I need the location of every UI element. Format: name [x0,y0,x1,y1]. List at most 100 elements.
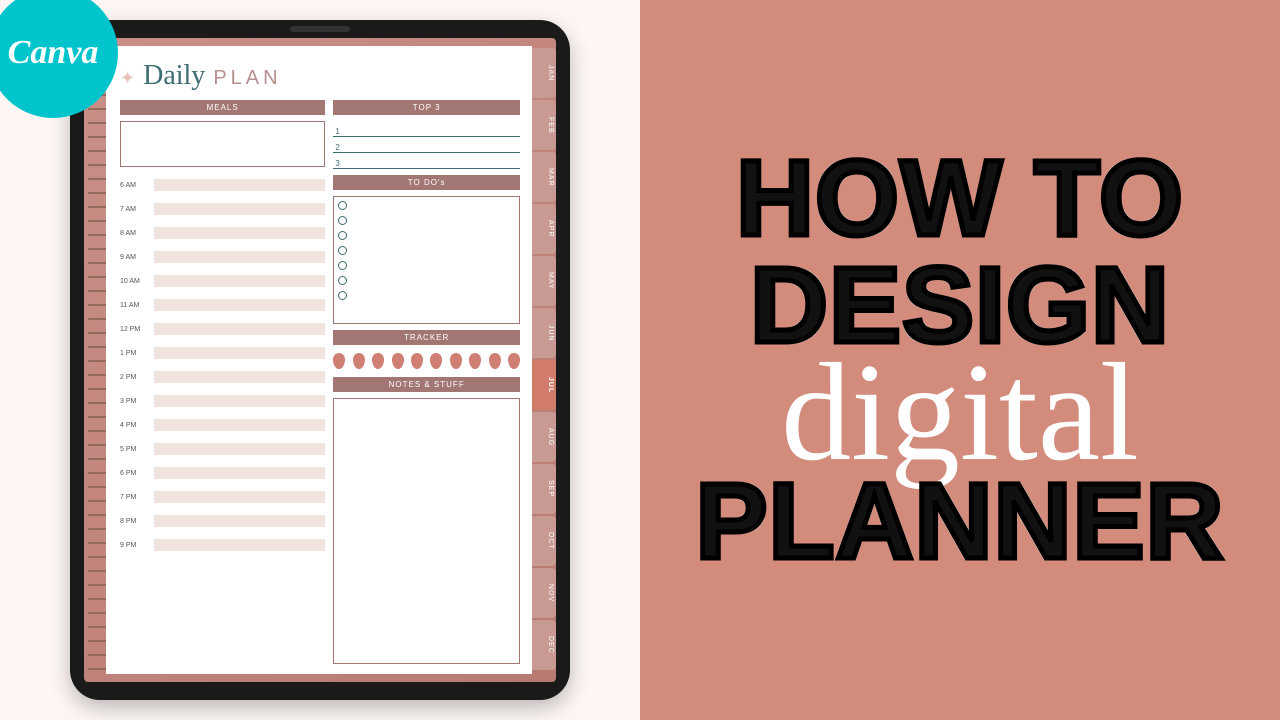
tablet-frame: ✦ Daily PLAN MEALS 6 AM 7 AM 8 AM 9 AM 10 AM… [70,20,570,700]
todo-circle [338,261,347,270]
water-drop-icon [392,353,404,369]
month-tab-dec[interactable]: DEC [532,620,556,670]
top3-lines: 123 [333,121,520,169]
hour-label: 4 PM [120,422,150,429]
hour-bar [154,179,325,191]
month-tab-may[interactable]: MAY [532,256,556,306]
hour-row: 7 PM [120,485,325,509]
hour-bar [154,419,325,431]
top3-line: 2 [333,137,520,153]
page-title: ✦ Daily PLAN [120,60,520,92]
hours-list: 6 AM 7 AM 8 AM 9 AM 10 AM 11 AM 12 PM 1 PM 2 PM 3… [120,173,325,557]
hour-row: 9 AM [120,245,325,269]
hour-bar [154,203,325,215]
headline-3-script: digital [781,350,1139,476]
todo-circle [338,201,347,210]
hour-bar [154,371,325,383]
title-script: Daily [143,60,205,92]
hour-row: 12 PM [120,317,325,341]
month-tab-feb[interactable]: FEB [532,100,556,150]
hour-label: 2 PM [120,374,150,381]
spiral-binding [88,38,106,682]
month-tab-apr[interactable]: APR [532,204,556,254]
hour-row: 8 AM [120,221,325,245]
right-column: TOP 3 123 TO DO's TRACKER NOTES & STUFF [333,100,520,664]
left-column: MEALS 6 AM 7 AM 8 AM 9 AM 10 AM 11 AM 12 PM 1 P… [120,100,325,664]
tablet-screen: ✦ Daily PLAN MEALS 6 AM 7 AM 8 AM 9 AM 10 AM… [84,38,556,682]
hour-row: 11 AM [120,293,325,317]
hour-row: 6 AM [120,173,325,197]
top3-line: 3 [333,153,520,169]
hour-bar [154,515,325,527]
hour-row: 10 AM [120,269,325,293]
headline-1: HOW TO [736,147,1184,250]
hour-bar [154,539,325,551]
water-drop-icon [508,353,520,369]
hour-bar [154,491,325,503]
hour-bar [154,323,325,335]
month-tab-jan[interactable]: JAN [532,48,556,98]
month-tabs: JANFEBMARAPRMAYJUNJULAUGSEPOCTNOVDEC [532,38,556,682]
thumbnail-left: Canva ✦ Daily PLAN MEALS 6 AM 7 AM 8 AM 9 A… [0,0,640,720]
hour-label: 1 PM [120,350,150,357]
hour-label: 3 PM [120,398,150,405]
todo-circle [338,216,347,225]
todo-circle [338,231,347,240]
water-drop-icon [353,353,365,369]
title-plain: PLAN [213,67,281,90]
hour-label: 11 AM [120,302,150,309]
todo-circle [338,246,347,255]
todo-box [333,196,520,324]
hour-label: 8 PM [120,518,150,525]
hour-row: 6 PM [120,461,325,485]
hour-bar [154,251,325,263]
hour-row: 1 PM [120,341,325,365]
hour-label: 6 AM [120,182,150,189]
headline-4: PLANNER [695,470,1224,573]
water-drop-icon [430,353,442,369]
month-tab-jul[interactable]: JUL [532,360,556,410]
hour-row: 7 AM [120,197,325,221]
hour-bar [154,299,325,311]
hour-label: 10 AM [120,278,150,285]
water-drop-icon [469,353,481,369]
thumbnail-right: HOW TO DESIGN digital PLANNER [640,0,1280,720]
hour-bar [154,395,325,407]
hour-label: 9 AM [120,254,150,261]
canva-logo-text: Canva [8,34,99,72]
top3-line: 1 [333,121,520,137]
notes-header: NOTES & STUFF [333,377,520,392]
meals-box [120,121,325,167]
month-tab-oct[interactable]: OCT [532,516,556,566]
sparkle-icon: ✦ [120,68,135,89]
hour-label: 12 PM [120,326,150,333]
todo-circle [338,276,347,285]
hour-row: 9 PM [120,533,325,557]
todos-header: TO DO's [333,175,520,190]
month-tab-mar[interactable]: MAR [532,152,556,202]
month-tab-nov[interactable]: NOV [532,568,556,618]
water-drop-icon [372,353,384,369]
hour-bar [154,467,325,479]
tracker-drops [333,351,520,371]
hour-row: 5 PM [120,437,325,461]
hour-bar [154,275,325,287]
water-drop-icon [333,353,345,369]
month-tab-aug[interactable]: AUG [532,412,556,462]
hour-row: 4 PM [120,413,325,437]
notes-box [333,398,520,664]
hour-label: 6 PM [120,470,150,477]
hour-label: 5 PM [120,446,150,453]
water-drop-icon [411,353,423,369]
month-tab-jun[interactable]: JUN [532,308,556,358]
hour-bar [154,347,325,359]
month-tab-sep[interactable]: SEP [532,464,556,514]
water-drop-icon [489,353,501,369]
planner-page: ✦ Daily PLAN MEALS 6 AM 7 AM 8 AM 9 AM 10 AM… [106,46,532,674]
hour-label: 7 PM [120,494,150,501]
tracker-header: TRACKER [333,330,520,345]
meals-header: MEALS [120,100,325,115]
hour-row: 2 PM [120,365,325,389]
hour-label: 9 PM [120,542,150,549]
hour-label: 7 AM [120,206,150,213]
